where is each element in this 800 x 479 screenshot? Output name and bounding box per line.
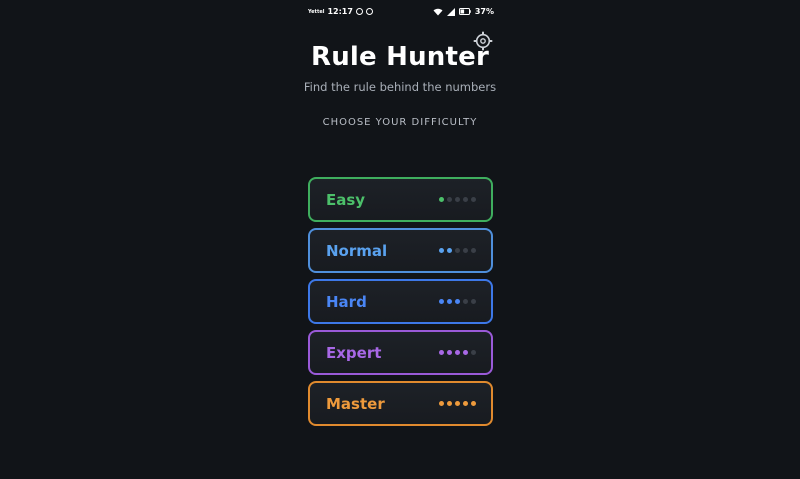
level-dot-empty xyxy=(471,299,476,304)
difficulty-hard-button[interactable]: Hard xyxy=(308,279,493,324)
level-dot-filled xyxy=(439,401,444,406)
level-dot-filled xyxy=(463,401,468,406)
difficulty-label: Easy xyxy=(326,190,366,209)
level-dot-empty xyxy=(471,248,476,253)
status-right: 37% xyxy=(433,7,494,16)
battery-percent: 37% xyxy=(474,7,494,16)
difficulty-level-dots xyxy=(439,401,476,406)
level-dot-empty xyxy=(463,248,468,253)
level-dot-filled xyxy=(439,299,444,304)
app-title: Rule Hunter xyxy=(311,42,489,72)
status-bar: Yettel 12:17 37% xyxy=(300,6,500,20)
level-dot-filled xyxy=(447,401,452,406)
difficulty-normal-button[interactable]: Normal xyxy=(308,228,493,273)
difficulty-level-dots xyxy=(439,197,476,202)
level-dot-filled xyxy=(439,248,444,253)
level-dot-empty xyxy=(455,197,460,202)
notification-icon xyxy=(365,8,373,15)
level-dot-filled xyxy=(447,248,452,253)
level-dot-empty xyxy=(447,197,452,202)
level-dot-filled xyxy=(455,401,460,406)
level-dot-empty xyxy=(471,350,476,355)
gear-icon xyxy=(473,31,493,51)
level-dot-filled xyxy=(439,350,444,355)
subtitle: Find the rule behind the numbers xyxy=(303,80,497,94)
clock: 12:17 xyxy=(327,7,353,16)
difficulty-expert-button[interactable]: Expert xyxy=(308,330,493,375)
level-dot-filled xyxy=(471,401,476,406)
notification-icon xyxy=(355,8,363,15)
level-dot-empty xyxy=(471,197,476,202)
status-left: Yettel 12:17 xyxy=(308,7,373,16)
difficulty-master-button[interactable]: Master xyxy=(308,381,493,426)
difficulty-label: Hard xyxy=(326,292,367,311)
level-dot-filled xyxy=(455,299,460,304)
settings-button[interactable] xyxy=(473,31,493,51)
difficulty-label: Normal xyxy=(326,241,388,260)
battery-icon xyxy=(458,8,471,15)
wifi-icon xyxy=(433,8,443,15)
level-dot-filled xyxy=(463,350,468,355)
section-label: CHOOSE YOUR DIFFICULTY xyxy=(322,117,478,128)
difficulty-label: Expert xyxy=(326,343,382,362)
difficulty-label: Master xyxy=(326,394,385,413)
carrier-label: Yettel xyxy=(308,8,325,15)
difficulty-list: Easy Normal Hard Expert Master xyxy=(308,177,493,426)
difficulty-level-dots xyxy=(439,350,476,355)
level-dot-empty xyxy=(463,299,468,304)
level-dot-empty xyxy=(455,248,460,253)
level-dot-filled xyxy=(439,197,444,202)
difficulty-easy-button[interactable]: Easy xyxy=(308,177,493,222)
difficulty-level-dots xyxy=(439,248,476,253)
difficulty-level-dots xyxy=(439,299,476,304)
level-dot-filled xyxy=(447,350,452,355)
signal-icon xyxy=(446,7,455,16)
level-dot-filled xyxy=(447,299,452,304)
level-dot-filled xyxy=(455,350,460,355)
level-dot-empty xyxy=(463,197,468,202)
